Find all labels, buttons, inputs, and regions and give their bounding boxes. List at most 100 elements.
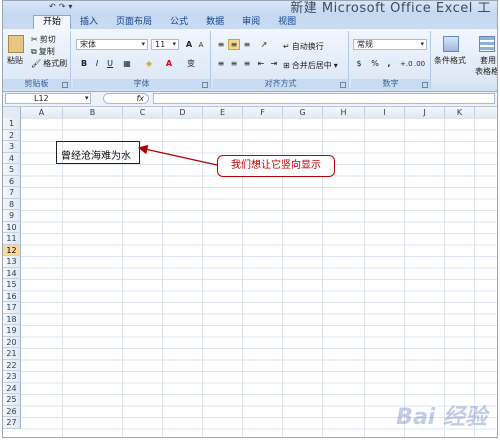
shrink-font-button[interactable]: A xyxy=(195,39,207,50)
chevron-down-icon[interactable]: ▾ xyxy=(85,94,89,102)
wrap-text-button[interactable]: ↵ 自动换行 xyxy=(283,41,324,52)
increase-decimal-icon[interactable]: +.0 xyxy=(399,58,413,69)
align-bottom-icon[interactable]: ≡ xyxy=(241,39,253,50)
font-launcher-icon[interactable] xyxy=(202,82,208,88)
column-header-j[interactable]: J xyxy=(405,107,445,118)
row-header-12[interactable]: 12 xyxy=(3,244,21,256)
select-all-button[interactable] xyxy=(3,107,21,118)
orientation-icon[interactable]: ↗ xyxy=(258,39,270,50)
align-top-icon[interactable]: ≡ xyxy=(215,39,227,50)
row-header-25[interactable]: 25 xyxy=(3,394,21,406)
row-header-10[interactable]: 10 xyxy=(3,221,21,233)
align-middle-icon[interactable]: ≡ xyxy=(228,39,240,50)
increase-indent-icon[interactable]: ⇥ xyxy=(268,58,280,69)
format-as-table-button[interactable]: 套用 xyxy=(480,55,496,66)
paste-button[interactable]: 粘贴 xyxy=(7,55,23,66)
row-header-6[interactable]: 6 xyxy=(3,175,21,187)
row-header-21[interactable]: 21 xyxy=(3,348,21,360)
tab-page-layout[interactable]: 页面布局 xyxy=(107,16,161,29)
row-header-20[interactable]: 20 xyxy=(3,336,21,348)
italic-button[interactable]: I xyxy=(91,58,103,69)
percent-button[interactable]: % xyxy=(369,58,381,69)
row-header-24[interactable]: 24 xyxy=(3,382,21,394)
alignment-launcher-icon[interactable] xyxy=(340,82,346,88)
column-header-b[interactable]: B xyxy=(63,107,123,118)
copy-button[interactable]: ⧉ 复制 xyxy=(31,46,55,57)
row-header-15[interactable]: 15 xyxy=(3,279,21,291)
font-size-select[interactable]: 11 ▾ xyxy=(151,39,179,50)
insert-function-button[interactable]: fx xyxy=(103,93,149,104)
fill-color-icon[interactable]: ◈ xyxy=(143,58,155,69)
align-right-icon[interactable]: ≡ xyxy=(241,58,253,69)
chevron-down-icon: ▾ xyxy=(141,40,145,48)
currency-icon[interactable]: $ xyxy=(353,58,365,69)
column-header-g[interactable]: G xyxy=(283,107,323,118)
row-header-22[interactable]: 22 xyxy=(3,359,21,371)
format-as-table-icon[interactable] xyxy=(479,36,495,52)
column-header-d[interactable]: D xyxy=(163,107,203,118)
tab-view[interactable]: 视图 xyxy=(269,16,305,29)
font-color-icon[interactable]: A xyxy=(163,58,175,69)
redo-icon[interactable]: ↷ xyxy=(59,2,66,11)
cut-button[interactable]: ✂ 剪切 xyxy=(31,34,56,45)
row-header-8[interactable]: 8 xyxy=(3,198,21,210)
row-header-3[interactable]: 3 xyxy=(3,141,21,153)
font-name-select[interactable]: 宋体 ▾ xyxy=(76,39,148,50)
undo-icon[interactable]: ↶ xyxy=(49,2,56,11)
decrease-decimal-icon[interactable]: .00 xyxy=(413,58,425,69)
column-header-i[interactable]: I xyxy=(365,107,405,118)
row-header-17[interactable]: 17 xyxy=(3,302,21,314)
number-launcher-icon[interactable] xyxy=(422,82,428,88)
column-header-h[interactable]: H xyxy=(323,107,365,118)
quick-access-toolbar: ↶ ↷ ▾ xyxy=(49,1,72,11)
align-center-icon[interactable]: ≡ xyxy=(228,58,240,69)
row-header-14[interactable]: 14 xyxy=(3,267,21,279)
row-header-1[interactable]: 1 xyxy=(3,118,21,130)
column-header-c[interactable]: C xyxy=(123,107,163,118)
merge-center-button[interactable]: ⊞ 合并后居中 ▾ xyxy=(283,60,338,71)
paste-icon[interactable] xyxy=(8,35,24,53)
row-header-18[interactable]: 18 xyxy=(3,313,21,325)
column-header-f[interactable]: F xyxy=(243,107,283,118)
brush-icon: 🖌 xyxy=(31,59,42,68)
row-header-2[interactable]: 2 xyxy=(3,129,21,141)
number-format-select[interactable]: 常规 ▾ xyxy=(353,39,427,50)
format-painter-button[interactable]: 🖌 格式刷 xyxy=(31,58,67,69)
bold-button[interactable]: B xyxy=(78,58,90,69)
row-header-16[interactable]: 16 xyxy=(3,290,21,302)
row-header-27[interactable]: 27 xyxy=(3,417,21,429)
underline-button[interactable]: U xyxy=(104,58,116,69)
customize-dropdown-icon[interactable]: ▾ xyxy=(68,2,72,11)
column-header-a[interactable]: A xyxy=(21,107,63,118)
tab-data[interactable]: 数据 xyxy=(197,16,233,29)
formula-input[interactable] xyxy=(153,93,495,104)
decrease-indent-icon[interactable]: ⇤ xyxy=(255,58,267,69)
row-header-11[interactable]: 11 xyxy=(3,233,21,245)
row-header-5[interactable]: 5 xyxy=(3,164,21,176)
row-header-26[interactable]: 26 xyxy=(3,405,21,417)
tab-review[interactable]: 审阅 xyxy=(233,16,269,29)
row-header-4[interactable]: 4 xyxy=(3,152,21,164)
tab-formulas[interactable]: 公式 xyxy=(161,16,197,29)
window-title: 新建 Microsoft Office Excel 工 xyxy=(290,1,491,16)
phonetic-button[interactable]: 变 xyxy=(185,58,197,69)
tab-insert[interactable]: 插入 xyxy=(71,16,107,29)
conditional-format-button[interactable]: 条件格式 xyxy=(434,55,466,66)
comma-button[interactable]: , xyxy=(383,58,395,69)
row-header-9[interactable]: 9 xyxy=(3,210,21,222)
clipboard-launcher-icon[interactable] xyxy=(62,82,68,88)
conditional-format-icon[interactable] xyxy=(443,36,459,52)
row-header-13[interactable]: 13 xyxy=(3,256,21,268)
row-header-7[interactable]: 7 xyxy=(3,187,21,199)
borders-icon[interactable]: ▦ xyxy=(121,58,133,69)
chevron-down-icon: ▾ xyxy=(420,40,424,48)
name-box[interactable]: L12 xyxy=(5,93,91,104)
tab-home[interactable]: 开始 xyxy=(33,15,72,29)
align-left-icon[interactable]: ≡ xyxy=(215,58,227,69)
grow-font-button[interactable]: A xyxy=(183,39,195,50)
cell-b3[interactable]: 曾经沧海难为水 xyxy=(61,147,131,162)
row-header-19[interactable]: 19 xyxy=(3,325,21,337)
row-header-23[interactable]: 23 xyxy=(3,371,21,383)
column-header-e[interactable]: E xyxy=(203,107,243,118)
column-header-k[interactable]: K xyxy=(445,107,475,118)
